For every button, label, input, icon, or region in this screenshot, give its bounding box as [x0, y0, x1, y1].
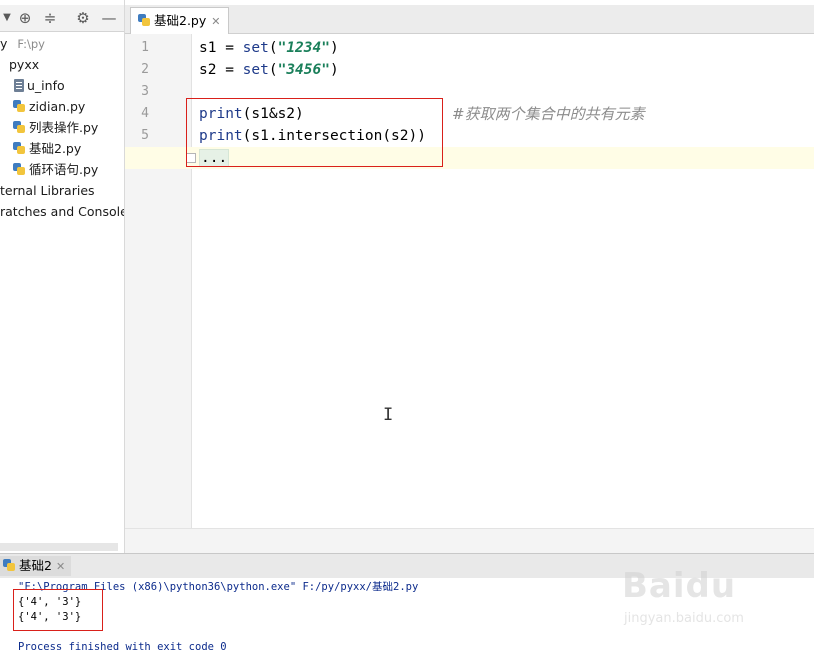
line-number-gutter: 1 2 3 4 5 6 [125, 34, 192, 528]
file-name: u_info [27, 78, 65, 93]
editor-tab-bar: 基础2.py ✕ [125, 5, 814, 34]
highlight-box-code [186, 98, 443, 167]
external-libraries-label: ternal Libraries [0, 183, 95, 198]
close-icon[interactable]: ✕ [211, 15, 220, 28]
tree-item-folder-pyxx[interactable]: pyxx [9, 54, 39, 75]
console-line: Process finished with exit code 0 [18, 641, 227, 650]
tree-item-external-libraries[interactable]: ternal Libraries [0, 180, 95, 201]
root-path: F:\py [17, 37, 45, 51]
highlight-box-console [13, 589, 103, 631]
gear-icon[interactable]: ⚙ [74, 9, 92, 27]
project-horizontal-scrollbar[interactable] [0, 543, 118, 551]
file-icon [14, 79, 24, 92]
tree-item-file[interactable]: zidian.py [12, 96, 85, 117]
minimize-icon[interactable]: — [100, 9, 118, 27]
code-line[interactable]: s2 = set("3456") [199, 59, 339, 81]
tree-item-file[interactable]: 列表操作.py [12, 117, 98, 138]
line-number: 1 [141, 40, 149, 55]
code-comment: #获取两个集合中的共有元素 [452, 105, 645, 123]
target-icon[interactable]: ⊕ [16, 9, 34, 27]
code-line[interactable]: s1 = set("1234") [199, 37, 339, 59]
run-tab-label: 基础2 [19, 558, 52, 573]
python-run-icon [2, 558, 16, 572]
scratches-label: ratches and Consoles [0, 204, 125, 219]
tree-item-root[interactable]: y F:\py [0, 33, 45, 54]
editor-horizontal-scrollbar[interactable] [125, 528, 814, 553]
python-file-icon [12, 99, 26, 113]
line-number: 4 [141, 106, 149, 121]
collapse-icon[interactable]: ≑ [41, 9, 59, 27]
editor-tab[interactable]: 基础2.py ✕ [130, 7, 230, 34]
tree-item-scratches[interactable]: ratches and Consoles [0, 201, 125, 222]
python-file-icon [12, 141, 26, 155]
run-tab[interactable]: 基础2 ✕ [0, 556, 72, 576]
file-name: 列表操作.py [29, 120, 99, 135]
line-number: 2 [141, 62, 149, 77]
console-output[interactable]: "F:\Program Files (x86)\python36\python.… [0, 578, 814, 650]
tree-item-file[interactable]: u_info [12, 75, 65, 96]
text-cursor-icon: I [383, 405, 394, 425]
python-file-icon [12, 162, 26, 176]
project-toolbar: ▼ ⊕ ≑ ⚙ — [0, 5, 124, 32]
line-number: 3 [141, 84, 149, 99]
python-file-icon [137, 13, 151, 27]
file-name: 基础2.py [29, 141, 82, 156]
line-number: 5 [141, 128, 149, 143]
tree-item-file[interactable]: 循环语句.py [12, 159, 98, 180]
tree-item-file[interactable]: 基础2.py [12, 138, 81, 159]
editor-tab-label: 基础2.py [154, 13, 207, 28]
project-tool-window: ▼ ⊕ ≑ ⚙ — y F:\py pyxx u_info zidian.py … [0, 0, 125, 553]
folder-label: pyxx [9, 57, 40, 72]
file-name: 循环语句.py [29, 162, 99, 177]
close-icon[interactable]: ✕ [56, 560, 65, 573]
run-tool-window-header: 基础2 ✕ [0, 553, 814, 579]
dropdown-arrow-icon[interactable]: ▼ [0, 9, 16, 27]
python-file-icon [12, 120, 26, 134]
root-label: y [0, 36, 8, 51]
file-name: zidian.py [29, 99, 86, 114]
